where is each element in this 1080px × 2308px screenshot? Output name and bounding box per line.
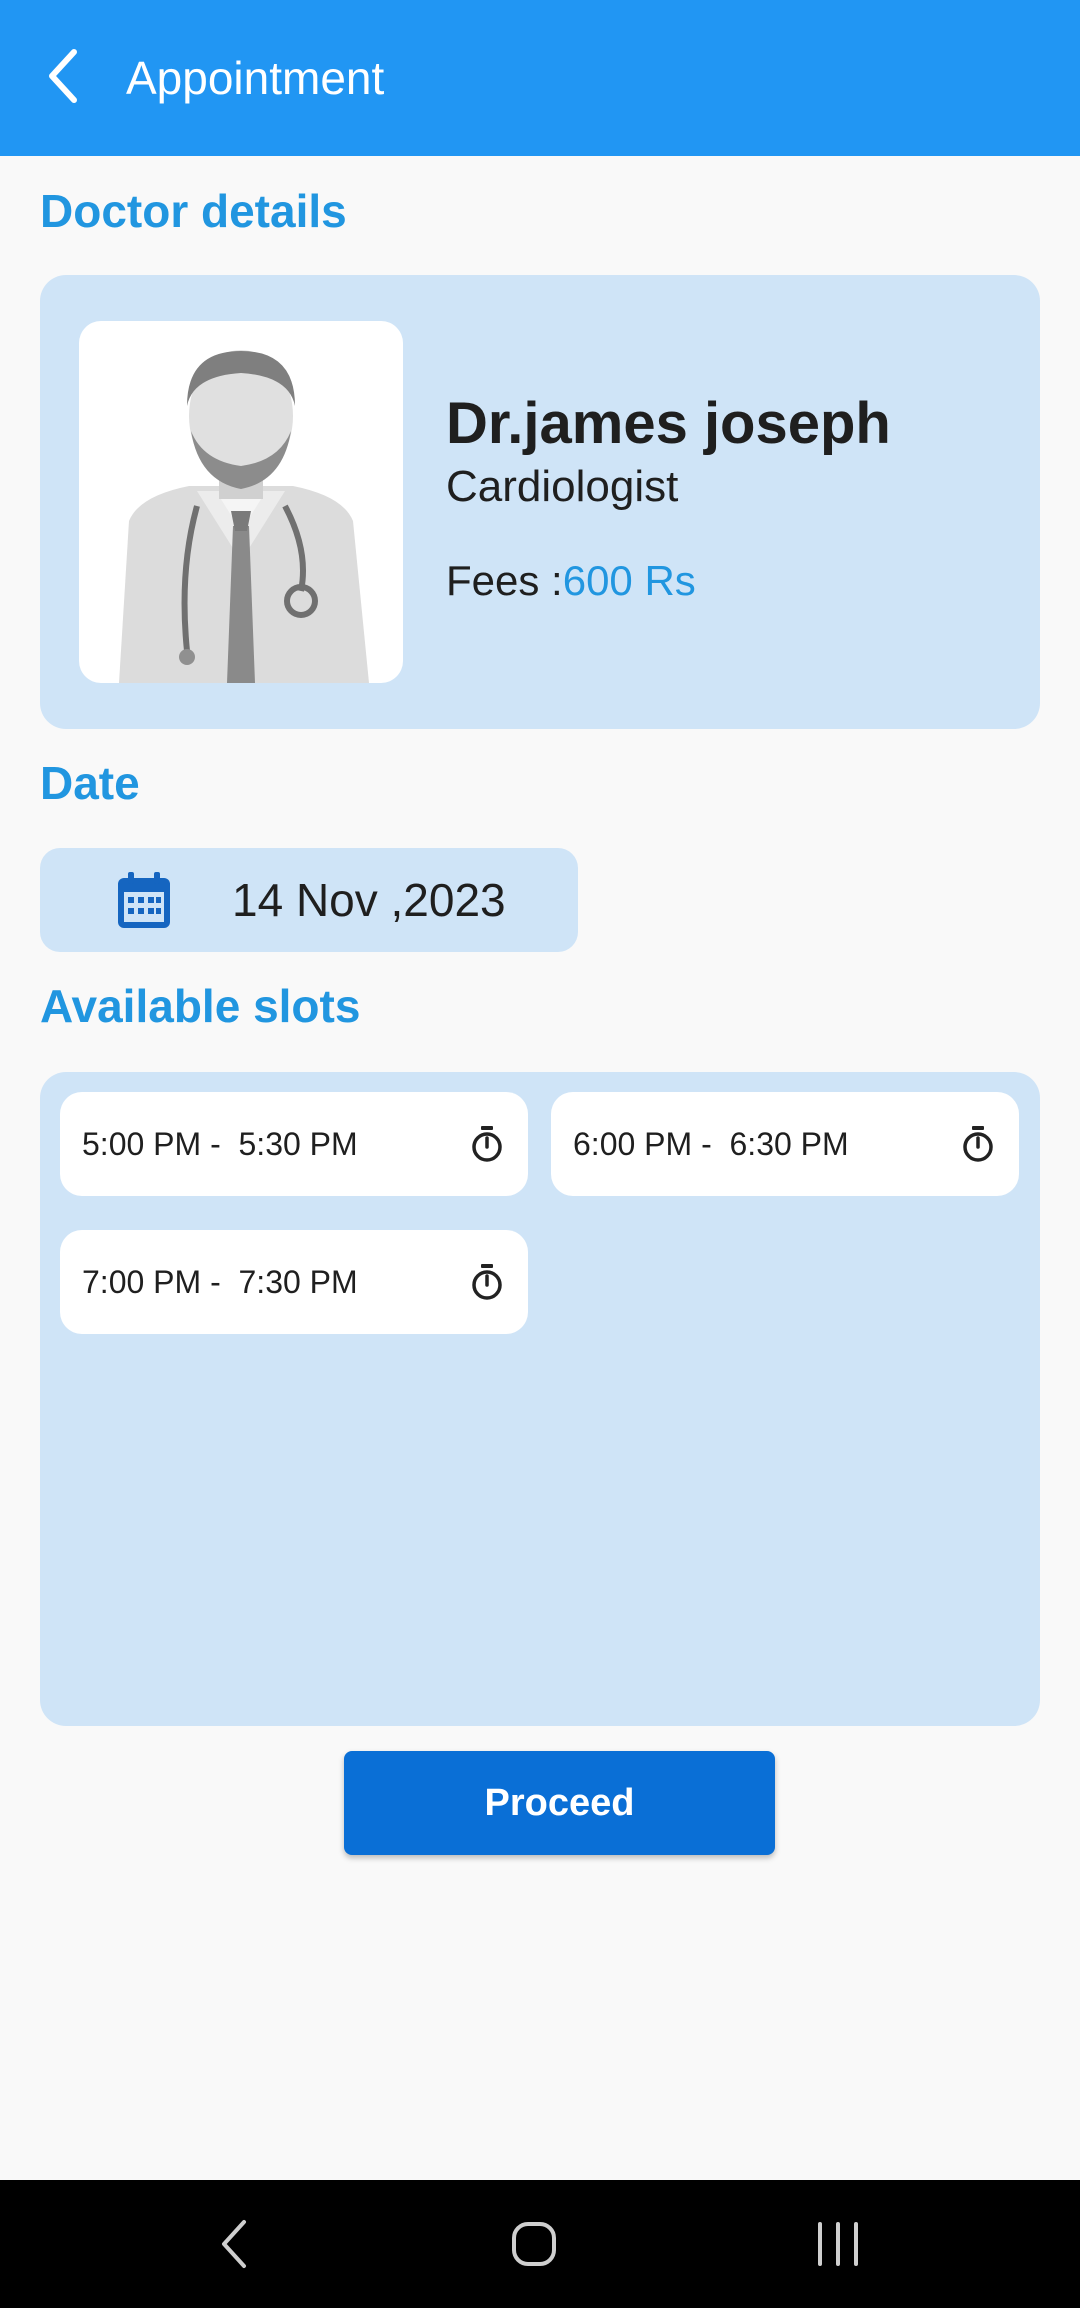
slot-card[interactable]: 5:00 PM - 5:30 PM: [60, 1092, 528, 1196]
chevron-left-icon: [49, 49, 77, 103]
nav-back-button[interactable]: [174, 2200, 294, 2288]
proceed-button[interactable]: Proceed: [344, 1751, 775, 1855]
appointment-screen: Appointment Doctor details Dr.james jose…: [0, 0, 1080, 2308]
available-slots-heading: Available slots: [40, 980, 361, 1032]
nav-home-icon: [512, 2222, 556, 2266]
app-bar: Appointment: [0, 0, 1080, 156]
selected-date: 14 Nov ,2023: [232, 874, 506, 926]
nav-back-icon: [222, 2220, 246, 2268]
calendar-icon: [118, 872, 170, 928]
date-heading: Date: [40, 757, 140, 809]
doctor-name: Dr.james joseph: [446, 391, 891, 456]
slot-card[interactable]: 7:00 PM - 7:30 PM: [60, 1230, 528, 1334]
system-navigation-bar: [0, 2180, 1080, 2308]
slot-time: 6:00 PM - 6:30 PM: [573, 1126, 849, 1162]
doctor-specialty: Cardiologist: [446, 462, 679, 511]
doctor-avatar: [79, 321, 403, 683]
nav-home-button[interactable]: [474, 2200, 594, 2288]
doctor-fees: Fees :600 Rs: [446, 555, 696, 607]
doctor-details-heading: Doctor details: [40, 185, 347, 237]
fees-value: 600 Rs: [562, 557, 696, 604]
stopwatch-icon: [472, 1264, 502, 1300]
nav-recents-button[interactable]: [778, 2200, 898, 2288]
fees-label: Fees :: [446, 557, 563, 604]
back-button[interactable]: [36, 36, 92, 116]
doctor-card: Dr.james joseph Cardiologist Fees :600 R…: [40, 275, 1040, 729]
stopwatch-icon: [963, 1126, 993, 1162]
page-title: Appointment: [126, 52, 385, 104]
date-picker[interactable]: 14 Nov ,2023: [40, 848, 578, 952]
stopwatch-icon: [472, 1126, 502, 1162]
slot-card[interactable]: 6:00 PM - 6:30 PM: [551, 1092, 1019, 1196]
slot-time: 5:00 PM - 5:30 PM: [82, 1126, 358, 1162]
slot-time: 7:00 PM - 7:30 PM: [82, 1264, 358, 1300]
slots-panel: 5:00 PM - 5:30 PM 6:00 PM - 6:30 PM 7:00…: [40, 1072, 1040, 1726]
nav-recents-icon: [818, 2222, 858, 2266]
